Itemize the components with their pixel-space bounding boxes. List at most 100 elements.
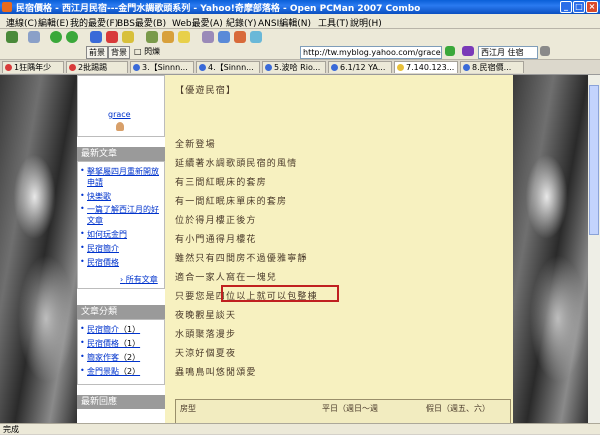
web-tab-icon [199,64,206,71]
bbs-tab-icon [5,64,12,71]
blink-checkbox[interactable]: □ 閃爍 [132,46,162,57]
tab-2[interactable]: 2批踢踢 [66,61,128,73]
menu-bbs-favorites[interactable]: BBS最愛(B) [117,16,166,29]
minimize-button[interactable]: _ [560,1,572,13]
tab-4[interactable]: 4.【Sinnn... [196,61,260,73]
tab-1[interactable]: 1狂隅年少 [2,61,64,73]
category-link[interactable]: 民宿價格（1） [87,338,140,349]
article-line: 天涼好個夏夜 [175,349,237,359]
article-line: 雖然只有四間房不過優雅寧靜 [175,254,308,264]
print-icon[interactable] [202,31,214,43]
recent-posts-header: 最新文章 [77,147,165,161]
tab-5[interactable]: 5.波哈 Rio... [262,61,326,73]
menu-history[interactable]: 紀錄(Y) [226,16,257,29]
recent-post-link[interactable]: 民宿簡介 [87,243,119,254]
bullet-icon: • [80,166,85,175]
tab-8[interactable]: 8.民宿價... [460,61,524,73]
bullet-icon: • [80,243,85,252]
all-posts-link[interactable]: › 所有文章 [120,274,158,285]
copy-icon[interactable] [146,31,158,43]
maximize-button[interactable]: □ [573,1,585,13]
menu-favorites[interactable]: 我的最愛(F) [70,16,118,29]
recent-post-link[interactable]: 一篇了解西江月的好文章 [87,204,161,226]
article-line: 水頭聚落漫步 [175,330,237,340]
page-content: grace 最新文章 • 擊拏屬四月重新開放申請 • 快樂歌 • 一篇了解西江月… [0,75,600,423]
tab-bar: 1狂隅年少 2批踢踢 3.【Sinnn... 4.【Sinnn... 5.波哈 … [0,60,600,75]
menu-tools[interactable]: 工具(T) [318,16,349,29]
close-button[interactable]: × [586,1,598,13]
highlight-box [221,285,339,302]
latest-replies-header: 最新回應 [77,395,165,409]
tab-7-active[interactable]: 7.140.123... [394,61,458,73]
bullet-icon: • [80,338,85,347]
menu-edit[interactable]: 編輯(E) [38,16,69,29]
web-tab-icon [331,64,338,71]
profile-name-link[interactable]: grace [108,110,131,119]
search-input[interactable]: 西江月 住宿 [478,46,538,59]
category-link[interactable]: 民宿簡介（1） [87,324,140,335]
profile-box: grace [77,75,165,137]
left-background-photo [0,75,77,423]
recent-post-link[interactable]: 擊拏屬四月重新開放申請 [87,166,161,188]
address-input[interactable]: http://tw.myblog.yahoo.com/gracehox [300,46,442,59]
article-line: 適合一家人窩在一塊兒 [175,273,278,283]
blink-label: 閃爍 [144,47,161,56]
go-icon[interactable] [445,46,455,56]
paste-icon[interactable] [162,31,174,43]
reload-icon[interactable] [90,31,102,43]
menu-web-favorites[interactable]: Web最愛(A) [172,16,223,29]
category-link[interactable]: 簡家作客（2） [87,352,140,363]
category-link[interactable]: 金門景點（2） [87,366,140,377]
tab-6[interactable]: 6.1/12 YA... [328,61,392,73]
web-tab-icon [133,64,140,71]
bullet-icon: • [80,366,85,375]
menu-connect[interactable]: 連線(C) [6,16,37,29]
categories-box: • 民宿簡介（1） • 民宿價格（1） • 簡家作客（2） • 金門景點（2） [77,319,165,385]
article-line: 有小門通得月樓花 [175,235,257,245]
ansi-edit-icon[interactable] [234,31,246,43]
scrollbar-thumb[interactable] [589,85,599,235]
back-icon[interactable] [50,31,62,43]
settings-icon[interactable] [218,31,230,43]
forward-icon[interactable] [66,31,78,43]
app-icon [2,2,12,12]
stop-icon[interactable] [106,31,118,43]
article-line: 有一間紅眠床單床的套房 [175,197,288,207]
background-color-button[interactable]: 背景 [108,46,130,59]
star-tab-icon [397,64,404,71]
categories-header: 文章分類 [77,305,165,319]
recent-post-link[interactable]: 如何玩金門 [87,229,127,240]
bullet-icon: • [80,352,85,361]
search-go-icon[interactable] [540,46,550,56]
home-icon[interactable] [122,31,134,43]
recent-post-link[interactable]: 民宿價格 [87,257,119,268]
bullet-icon: • [80,257,85,266]
new-connection-icon[interactable] [6,31,18,43]
yahoo-search-icon[interactable] [462,46,474,56]
site-list-icon[interactable] [28,31,40,43]
status-bar: 完成 [0,423,600,434]
sidebar: grace 最新文章 • 擊拏屬四月重新開放申請 • 快樂歌 • 一篇了解西江月… [77,75,165,423]
tab-3[interactable]: 3.【Sinnn... [130,61,194,73]
bullet-icon: • [80,229,85,238]
menu-bar: 連線(C) 編輯(E) 我的最愛(F) BBS最愛(B) Web最愛(A) 紀錄… [0,14,600,29]
address-toolbar: 前景 背景 □ 閃爍 http://tw.myblog.yahoo.com/gr… [0,45,600,60]
menu-ansi-edit[interactable]: ANSI編輯(N) [258,16,311,29]
right-background-photo [513,75,588,423]
menu-help[interactable]: 說明(H) [350,16,382,29]
recent-post-link[interactable]: 快樂歌 [87,191,111,202]
favorites-star-icon[interactable] [178,31,190,43]
avatar-icon [116,122,124,131]
table-header-room-type: 房型 [180,404,196,413]
foreground-color-button[interactable]: 前景 [86,46,108,59]
article-heading: 【優遊民宿】 [175,86,237,96]
bullet-icon: • [80,191,85,200]
pin-icon[interactable] [250,31,262,43]
toolbar [0,29,600,45]
table-header-weekday: 平日（週日～週 [322,404,378,413]
web-tab-icon [265,64,272,71]
article-line: 全新登場 [175,140,216,150]
article-line: 夜晚觀星談天 [175,311,237,321]
article-line: 延續著水調歌頭民宿的風情 [175,159,298,169]
article-line: 位於得月樓正後方 [175,216,257,226]
